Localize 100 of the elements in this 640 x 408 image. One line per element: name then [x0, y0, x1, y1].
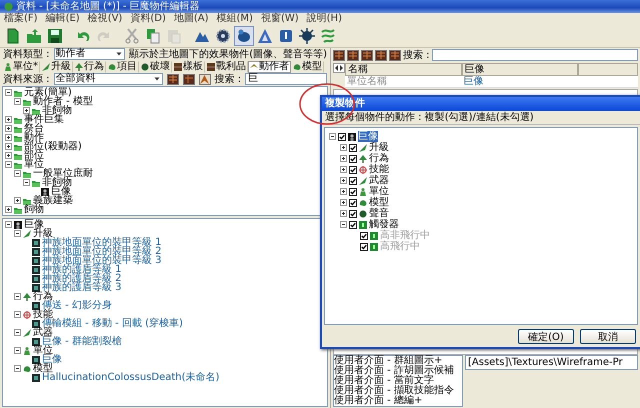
tree-item[interactable]: 神族地面單位的裝甲等級 1: [42, 238, 162, 247]
menu-item[interactable]: 地圖(A): [174, 13, 209, 25]
tree-item[interactable]: 非飼物: [42, 106, 72, 115]
tree-item[interactable]: HallucinationColossusDeath(未命名): [42, 373, 220, 382]
collapse-icon[interactable]: [14, 329, 21, 336]
toolbar-button[interactable]: [297, 26, 317, 46]
list-item[interactable]: 使用者介面 - 詐胡圖示候補: [334, 366, 462, 376]
collapse-icon[interactable]: [340, 221, 347, 228]
collapse-icon[interactable]: [14, 311, 21, 318]
menu-item[interactable]: 模組(M): [216, 13, 253, 25]
collapse-icon[interactable]: [14, 230, 21, 237]
expand-icon[interactable]: [14, 197, 21, 204]
checkbox[interactable]: [349, 188, 357, 196]
collapse-icon[interactable]: [23, 179, 30, 186]
data-type-dropdown[interactable]: 動作者: [54, 48, 126, 60]
toolbar-button[interactable]: [234, 26, 254, 46]
expand-icon[interactable]: [340, 177, 347, 184]
checkbox[interactable]: [349, 154, 357, 162]
tree-item[interactable]: 單位: [369, 186, 389, 197]
list-item[interactable]: 使用者介面 - 群組圖示+: [334, 356, 462, 366]
checkbox[interactable]: [349, 220, 357, 228]
menu-item[interactable]: 檢視(V): [88, 13, 122, 25]
filter-button[interactable]: [347, 50, 359, 60]
expand-icon[interactable]: [340, 210, 347, 217]
checkbox[interactable]: [349, 144, 357, 152]
expand-icon[interactable]: [5, 143, 12, 150]
tree-item[interactable]: 神族地面單位的裝甲等級 3: [42, 256, 162, 265]
tree-item[interactable]: 元素(簡單): [24, 88, 72, 97]
tree-item[interactable]: 神族的護盾等級 1: [42, 265, 122, 274]
tree-item[interactable]: 動作者 - 模型: [33, 97, 93, 106]
collapse-icon[interactable]: [5, 161, 12, 168]
tree-item[interactable]: 飼物: [24, 205, 44, 214]
expand-icon[interactable]: [340, 144, 347, 151]
menu-item[interactable]: 視窗(W): [260, 13, 299, 25]
tree-item[interactable]: 觸發器: [369, 219, 399, 230]
menu-item[interactable]: 資料(D): [130, 13, 166, 25]
filter-button[interactable]: [375, 50, 387, 60]
search-field[interactable]: 巨: [245, 73, 327, 85]
expand-icon[interactable]: [23, 107, 30, 114]
collapse-icon[interactable]: [5, 89, 12, 96]
tree-item[interactable]: 模型: [33, 364, 53, 373]
expand-icon[interactable]: [5, 116, 12, 123]
tab[interactable]: 樣板: [172, 60, 205, 72]
expand-icon[interactable]: [340, 188, 347, 195]
tree-item[interactable]: 行為: [369, 153, 389, 164]
path-field[interactable]: [Assets]\Textures\Wireframe-Pr: [465, 355, 638, 370]
tree-item[interactable]: 神族地面單位的裝甲等級 2: [42, 247, 162, 256]
expand-icon[interactable]: [5, 134, 12, 141]
data-source-dropdown[interactable]: 全部資料: [54, 73, 163, 85]
tree-item[interactable]: 巨像: [358, 131, 378, 142]
collapse-icon[interactable]: [14, 347, 21, 354]
tree-item[interactable]: 非飼物: [42, 178, 72, 187]
tree-item[interactable]: 武器: [33, 328, 53, 337]
tree-item[interactable]: 升級: [369, 142, 389, 153]
tree-item[interactable]: 技能: [369, 164, 389, 175]
expand-icon[interactable]: [5, 125, 12, 132]
collapse-icon[interactable]: [14, 365, 21, 372]
filter-button[interactable]: [182, 74, 195, 84]
tree-item[interactable]: 技能: [33, 310, 53, 319]
tree-item[interactable]: 神族的護盾等級 2: [42, 274, 122, 283]
menu-item[interactable]: 說明(H): [306, 13, 342, 25]
column-header[interactable]: 巨像: [462, 63, 578, 76]
search-field[interactable]: [432, 49, 638, 61]
filter-button[interactable]: [333, 50, 345, 60]
tree-item[interactable]: 武器: [369, 175, 389, 186]
filter-button[interactable]: [361, 50, 373, 60]
collapse-icon[interactable]: [329, 133, 336, 140]
tree-item[interactable]: 部位(殺動器): [24, 142, 82, 151]
expand-icon[interactable]: [5, 206, 12, 213]
tree-item[interactable]: 義族建築: [33, 196, 73, 205]
tab[interactable]: 單位*: [2, 60, 40, 72]
list-item[interactable]: 使用者介面 - 總編+: [334, 396, 462, 406]
tree-item[interactable]: 巨像: [24, 220, 44, 229]
expand-icon[interactable]: [340, 155, 347, 162]
checkbox[interactable]: [349, 198, 357, 206]
tree-item[interactable]: 單位: [33, 346, 53, 355]
toolbar-button[interactable]: [213, 26, 233, 46]
collapse-icon[interactable]: [14, 170, 21, 177]
collapse-icon[interactable]: [14, 293, 21, 300]
checkbox[interactable]: [349, 176, 357, 184]
tree-item[interactable]: 巨像: [51, 187, 71, 196]
scroll-arrows-icon[interactable]: [333, 63, 345, 73]
tree-item[interactable]: 行為: [33, 292, 53, 301]
tree-item[interactable]: 單位: [24, 160, 44, 169]
filter-button[interactable]: [389, 50, 401, 60]
tree-item[interactable]: 部位: [24, 151, 44, 160]
tree-item[interactable]: 巨像: [42, 355, 62, 364]
column-header[interactable]: 名稱: [345, 63, 462, 76]
menu-item[interactable]: 檔案(F): [4, 13, 38, 25]
list-item[interactable]: 使用者介面 - 當前文字: [334, 376, 462, 386]
tree-item[interactable]: 一般單位庶耐: [33, 169, 93, 178]
tree-item[interactable]: 傳送 - 幻影分身: [42, 301, 112, 310]
tree-item[interactable]: 動作: [24, 133, 44, 142]
checkbox[interactable]: [338, 132, 346, 140]
checkbox[interactable]: [349, 210, 357, 218]
tree-item[interactable]: 巨像 - 群能割裂槍: [42, 337, 122, 346]
dialog-button[interactable]: 取消: [580, 328, 636, 344]
collapse-icon[interactable]: [5, 221, 12, 228]
list-item[interactable]: 使用者介面 - 擷取技能指令: [334, 386, 462, 396]
tree-item[interactable]: 神族的護盾等級 3: [42, 283, 122, 292]
